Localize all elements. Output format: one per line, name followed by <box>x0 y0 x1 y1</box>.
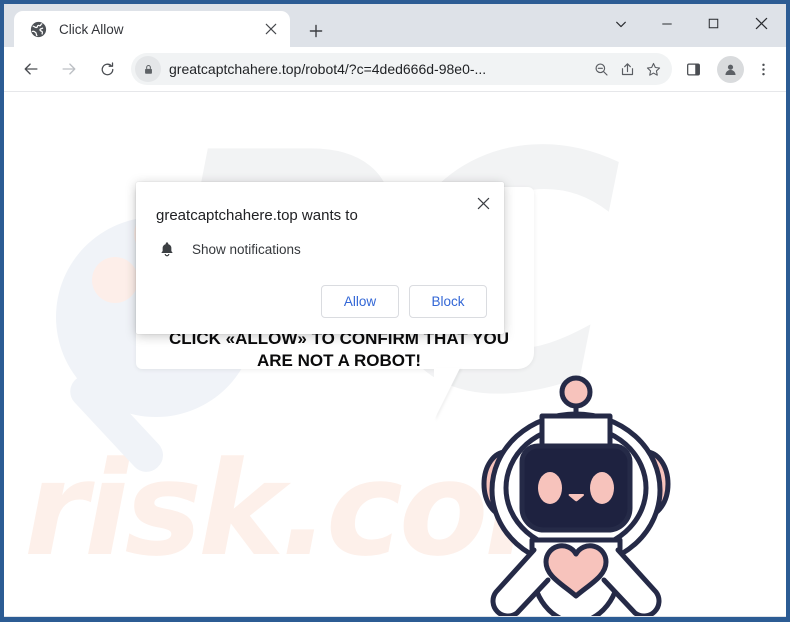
block-button[interactable]: Block <box>409 285 487 318</box>
permission-label: Show notifications <box>192 241 301 257</box>
side-panel-icon[interactable] <box>678 54 708 84</box>
tab-close-button[interactable] <box>260 18 282 40</box>
tab-strip: Click Allow <box>4 4 786 47</box>
dialog-title: greatcaptchahere.top wants to <box>156 207 358 224</box>
robot-mascot <box>470 364 682 616</box>
window-controls <box>598 4 786 43</box>
url-text: greatcaptchahere.top/robot4/?c=4ded666d-… <box>169 61 487 77</box>
browser-window-inner: Click Allow greatcaptchahere.top/robot4/… <box>4 4 786 617</box>
notification-permission-dialog: greatcaptchahere.top wants to Show notif… <box>136 182 504 334</box>
allow-button[interactable]: Allow <box>321 285 399 318</box>
dialog-close-button[interactable] <box>470 190 496 216</box>
minimize-button[interactable] <box>644 4 690 43</box>
speech-bubble-tail <box>434 368 460 420</box>
zoom-out-icon[interactable] <box>588 56 614 82</box>
new-tab-button[interactable] <box>302 17 330 45</box>
back-button[interactable] <box>16 54 46 84</box>
page-viewport: PC risk.com CLICK «ALLOW» TO CONFIRM THA… <box>4 92 786 616</box>
browser-toolbar: greatcaptchahere.top/robot4/?c=4ded666d-… <box>4 47 786 92</box>
star-icon[interactable] <box>640 56 666 82</box>
lock-icon[interactable] <box>135 56 161 82</box>
decorative-dot <box>92 257 138 303</box>
forward-button[interactable] <box>54 54 84 84</box>
browser-window: Click Allow greatcaptchahere.top/robot4/… <box>0 0 790 622</box>
share-icon[interactable] <box>614 56 640 82</box>
reload-button[interactable] <box>92 54 122 84</box>
tab-search-button[interactable] <box>598 4 644 43</box>
tab-title: Click Allow <box>59 21 124 37</box>
profile-avatar-icon[interactable] <box>717 55 744 83</box>
dialog-actions: Allow Block <box>321 285 487 318</box>
browser-tab[interactable]: Click Allow <box>14 11 290 47</box>
three-dot-menu-icon[interactable] <box>750 54 776 84</box>
call-to-action-text: CLICK «ALLOW» TO CONFIRM THAT YOU ARE NO… <box>169 329 509 370</box>
bell-icon <box>156 238 178 260</box>
permission-row: Show notifications <box>156 238 301 260</box>
globe-icon <box>30 21 47 38</box>
address-bar[interactable]: greatcaptchahere.top/robot4/?c=4ded666d-… <box>131 53 672 85</box>
window-close-button[interactable] <box>736 4 786 43</box>
maximize-button[interactable] <box>690 4 736 43</box>
